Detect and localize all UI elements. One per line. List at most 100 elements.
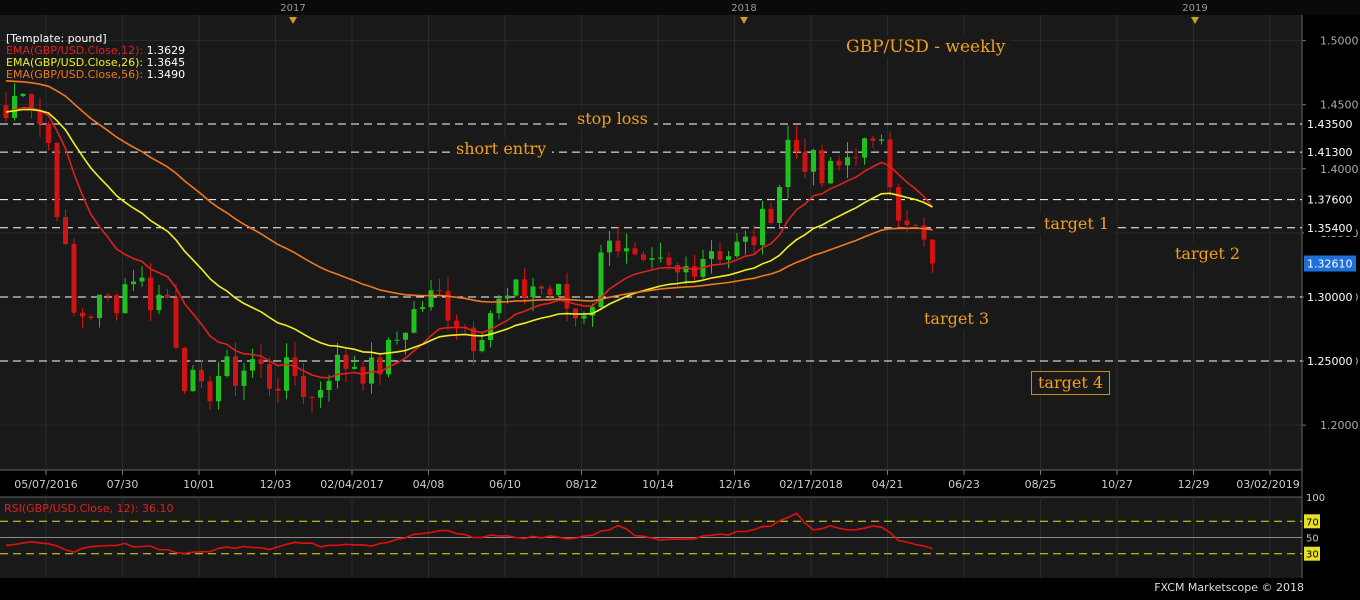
candle-body (403, 332, 408, 340)
candle-body (862, 138, 867, 158)
candle-body (624, 248, 629, 252)
candle-body (607, 240, 612, 253)
short-entry-label[interactable]: short entry (450, 138, 553, 160)
target-2-label[interactable]: target 2 (1169, 243, 1247, 265)
top-timeline-bar (0, 0, 1360, 15)
candle-body (343, 354, 349, 369)
x-tick-label: 10/01 (183, 478, 215, 491)
candle-body (114, 295, 119, 314)
rsi-tick-label: 100 (1306, 493, 1325, 504)
candle-body (309, 396, 315, 398)
candle-body (207, 381, 213, 402)
year-marker-label: 2019 (1182, 3, 1207, 14)
chart-title-label[interactable]: GBP/USD - weekly (840, 36, 1012, 58)
candle-body (522, 279, 527, 298)
candle-body (581, 315, 587, 319)
candle-body (267, 364, 272, 389)
candle-body (658, 257, 663, 259)
candle-body (760, 208, 765, 246)
candle-body (250, 359, 255, 371)
ema-56-legend: EMA(GBP/USD.Close,56): 1.3490 (6, 69, 185, 81)
candle-body (836, 160, 842, 166)
stop-loss-label[interactable]: stop loss (571, 108, 654, 130)
candle-body (284, 357, 289, 391)
candle-body (904, 220, 910, 225)
target-3-label[interactable]: target 3 (918, 308, 996, 330)
candle-body (649, 258, 655, 260)
candle-body (182, 347, 187, 392)
candle-body (335, 354, 340, 381)
x-tick-label: 08/25 (1025, 478, 1057, 491)
candle-body (505, 295, 510, 299)
candle-body (743, 236, 748, 242)
x-tick-label: 03/02/2019 (1236, 478, 1299, 491)
candle-body (80, 312, 85, 317)
candle-body (352, 366, 357, 369)
rsi-legend: RSI(GBP/USD.Close, 12): 36.10 (4, 502, 174, 515)
x-tick-label: 02/04/2017 (320, 478, 383, 491)
candle-body (131, 281, 136, 285)
y-tick-label: 1.4500 (1320, 99, 1359, 112)
candle-body (692, 266, 697, 277)
level-axis-label: 1.41300 (1307, 146, 1353, 159)
x-tick-label: 04/08 (413, 478, 445, 491)
candle-body (258, 359, 264, 365)
y-tick-label: 1.2000 (1320, 419, 1359, 432)
y-tick-label: 1.5000 (1320, 35, 1359, 48)
target-1-label[interactable]: target 1 (1038, 213, 1116, 235)
candle-body (666, 257, 672, 266)
ema-56-label: EMA(GBP/USD.Close,56): (6, 68, 144, 81)
candle-body (139, 277, 145, 282)
candle-body (454, 320, 459, 327)
target-4-label[interactable]: target 4 (1031, 371, 1111, 395)
candle-body (632, 248, 638, 255)
candle-body (819, 149, 825, 184)
candle-body (386, 339, 391, 375)
candle-body (156, 294, 162, 311)
x-tick-label: 07/30 (107, 478, 139, 491)
candle-body (717, 251, 723, 260)
x-tick-label: 02/17/2018 (779, 478, 842, 491)
candle-body (20, 93, 26, 96)
candle-body (811, 149, 816, 172)
candle-body (870, 138, 876, 141)
candle-body (683, 266, 689, 273)
price-chart-svg: 2017 2018 2019 05/07/2016 07/30 10/01 12/03 02/… (0, 0, 1360, 578)
candle-body (564, 283, 570, 309)
x-tick-label: 08/12 (566, 478, 598, 491)
candle-body (216, 376, 221, 402)
candle-body (768, 208, 774, 224)
candle-body (734, 241, 740, 257)
candle-body (12, 95, 17, 118)
ema-56-value: 1.3490 (146, 68, 186, 81)
candle-body (54, 142, 60, 218)
candle-body (394, 339, 400, 341)
candle-body (785, 139, 791, 188)
candle-body (360, 366, 366, 384)
level-axis-label: 1.37600 (1307, 194, 1353, 207)
x-tick-label: 12/29 (1178, 478, 1210, 491)
x-tick-label: 10/27 (1101, 478, 1133, 491)
rsi-tick-label: 50 (1306, 534, 1319, 545)
candle-body (539, 286, 544, 289)
candle-body (437, 290, 442, 292)
candle-body (896, 187, 901, 221)
candle-body (63, 217, 68, 244)
candle-body (46, 123, 51, 143)
candle-body (241, 370, 247, 386)
current-price-label: 1.32610 (1307, 258, 1353, 271)
candle-body (513, 279, 519, 296)
candle-body (165, 294, 170, 298)
x-tick-label: 04/21 (872, 478, 904, 491)
candle-body (641, 254, 646, 260)
candle-body (369, 357, 374, 384)
candle-body (845, 157, 850, 166)
candle-body (318, 390, 323, 398)
candle-body (326, 380, 332, 391)
candle-body (275, 388, 281, 391)
candle-body (777, 187, 782, 224)
price-panel-bg (0, 15, 1302, 470)
candle-body (751, 236, 757, 246)
candle-body (199, 369, 204, 382)
footer-credit: FXCM Marketscope © 2018 (1154, 581, 1304, 594)
